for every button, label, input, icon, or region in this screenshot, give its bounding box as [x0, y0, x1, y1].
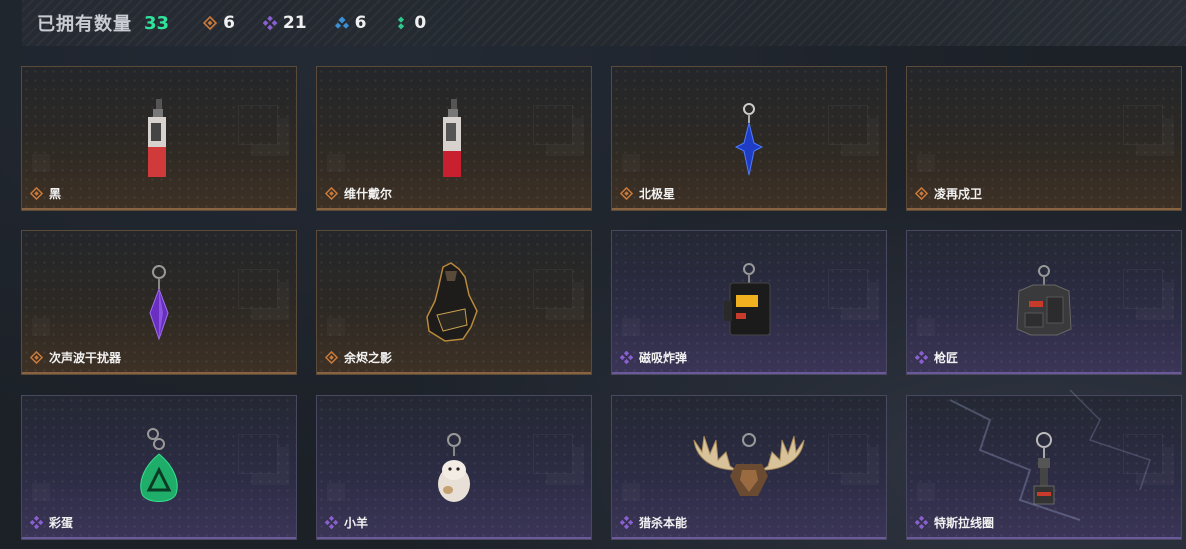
card-label: 次声波干扰器: [30, 349, 121, 366]
stat-orange-count: 6: [223, 13, 235, 33]
collection-card[interactable]: 次声波干扰器: [21, 230, 297, 375]
stat-green: 0: [394, 13, 426, 33]
card-bottom-line: [907, 208, 1181, 210]
stat-purple: 21: [262, 13, 307, 33]
card-decoration: [917, 154, 935, 172]
collection-card[interactable]: 余烬之影: [316, 230, 592, 375]
card-bottom-line: [22, 208, 296, 210]
card-name: 枪匠: [934, 351, 959, 365]
orange-rarity-icon: [325, 187, 338, 200]
orange-rarity-icon: [325, 351, 338, 364]
card-name: 彩蛋: [49, 516, 74, 530]
card-name: 小羊: [344, 516, 369, 530]
purple-rarity-icon: [915, 516, 928, 529]
card-label: 彩蛋: [30, 514, 73, 531]
collection-card[interactable]: 北极星: [611, 66, 887, 211]
card-label: 黑: [30, 185, 61, 202]
card-name: 黑: [49, 187, 62, 201]
stat-orange: 6: [203, 13, 235, 33]
purple-rarity-icon: [30, 516, 43, 529]
card-bottom-line: [22, 537, 296, 539]
card-bottom-line: [317, 537, 591, 539]
card-name: 余烬之影: [344, 351, 393, 365]
red-pendant-charm-icon: [443, 99, 461, 177]
collection-card[interactable]: 磁吸炸弹: [611, 230, 887, 375]
stat-purple-count: 21: [282, 13, 307, 33]
orange-rarity-icon: [30, 351, 43, 364]
green-rarity-icon: [398, 16, 405, 30]
collection-card[interactable]: 凌再戍卫: [906, 66, 1182, 211]
card-label: 枪匠: [915, 349, 958, 366]
blue-rarity-icon: [334, 16, 349, 29]
card-bottom-line: [612, 537, 886, 539]
stat-blue: 6: [334, 13, 367, 33]
tesla-coil-charm-icon: [1033, 432, 1055, 505]
antlers-charm-icon: [693, 433, 805, 496]
card-name: 次声波干扰器: [49, 351, 122, 365]
bomb-device-charm-icon: [724, 263, 771, 336]
purple-crystal-charm-icon: [149, 265, 169, 341]
card-label: 特斯拉线圈: [915, 514, 994, 531]
card-name: 特斯拉线圈: [934, 516, 995, 530]
owned-count-label: 已拥有数量: [37, 14, 132, 35]
card-bottom-line: [22, 372, 296, 374]
owned-count-bar: 已拥有数量 33 6 21 6 0: [22, 0, 1186, 46]
purple-rarity-icon: [620, 516, 633, 529]
stat-blue-count: 6: [354, 13, 367, 33]
collection-card[interactable]: 彩蛋: [21, 395, 297, 540]
orange-rarity-icon: [620, 187, 633, 200]
orange-rarity-icon: [203, 16, 218, 30]
collection-card[interactable]: 枪匠: [906, 230, 1182, 375]
purple-rarity-icon: [262, 16, 277, 30]
card-label: 猎杀本能: [620, 514, 687, 531]
stat-green-count: 0: [414, 13, 427, 33]
owned-count-total: 33: [144, 12, 170, 34]
card-bottom-line: [317, 208, 591, 210]
card-bottom-line: [612, 372, 886, 374]
card-bottom-line: [907, 537, 1181, 539]
card-label: 磁吸炸弹: [620, 349, 687, 366]
blue-star-charm-icon: [734, 103, 764, 176]
card-bottom-line: [317, 372, 591, 374]
card-name: 维什戴尔: [344, 187, 393, 201]
armor-vest-charm-icon: [1016, 265, 1072, 336]
orange-rarity-icon: [30, 187, 43, 200]
card-decoration: [1123, 105, 1163, 145]
card-bottom-line: [907, 372, 1181, 374]
card-name: 凌再戍卫: [934, 187, 983, 201]
card-label: 凌再戍卫: [915, 185, 982, 202]
card-label: 小羊: [325, 514, 368, 531]
green-egg-charm-icon: [140, 428, 178, 502]
card-name: 北极星: [639, 187, 676, 201]
card-label: 余烬之影: [325, 349, 392, 366]
purple-rarity-icon: [620, 351, 633, 364]
collection-card[interactable]: 黑: [21, 66, 297, 211]
card-bottom-line: [612, 208, 886, 210]
lamb-charm-icon: [438, 433, 470, 502]
dark-figure-charm-icon: [426, 262, 478, 342]
card-label: 维什戴尔: [325, 185, 392, 202]
collection-card[interactable]: 猎杀本能: [611, 395, 887, 540]
collection-card[interactable]: 小羊: [316, 395, 592, 540]
collection-card[interactable]: 特斯拉线圈: [906, 395, 1182, 540]
purple-rarity-icon: [325, 516, 338, 529]
orange-rarity-icon: [915, 187, 928, 200]
card-label: 北极星: [620, 185, 675, 202]
purple-rarity-icon: [915, 351, 928, 364]
collection-card[interactable]: 维什戴尔: [316, 66, 592, 211]
card-name: 磁吸炸弹: [639, 351, 688, 365]
red-pendant-charm-icon: [148, 99, 166, 177]
card-name: 猎杀本能: [639, 516, 688, 530]
